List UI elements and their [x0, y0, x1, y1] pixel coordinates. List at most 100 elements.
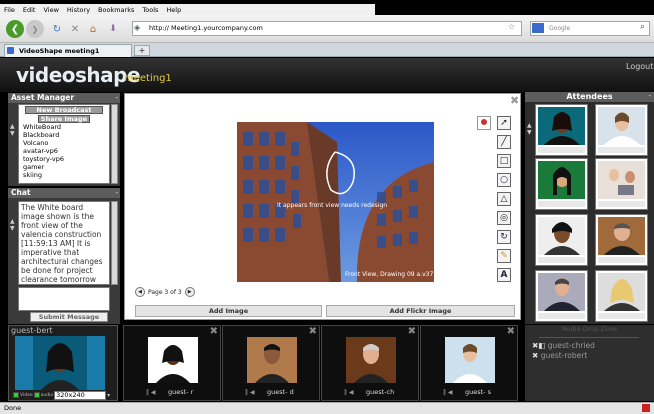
attendee-tile[interactable]: [535, 214, 588, 266]
add-image-button[interactable]: Add Image: [135, 305, 322, 317]
asset-scrollbar[interactable]: [111, 104, 118, 184]
attendee-tile[interactable]: [535, 104, 588, 156]
circle-icon[interactable]: ○: [497, 173, 511, 187]
collapse-icon[interactable]: -: [115, 189, 118, 197]
menu-history[interactable]: History: [67, 6, 90, 14]
pointer-icon[interactable]: ➚: [497, 116, 511, 130]
bookmark-star-icon[interactable]: ☆: [508, 22, 515, 31]
remote-video-tile: ✖ ‖ ◀ guest- s: [420, 325, 518, 401]
remote-video-tile: ✖ ‖ ◀ guest- d: [222, 325, 320, 401]
menu-edit[interactable]: Edit: [23, 6, 36, 14]
close-icon[interactable]: ✖: [309, 326, 317, 337]
attendee-tile[interactable]: [595, 214, 648, 266]
person-avatar: [538, 107, 585, 145]
attendee-tile[interactable]: [535, 270, 588, 322]
menu-tools[interactable]: Tools: [142, 6, 158, 14]
drop-zone-guest[interactable]: ✖◧ guest-chried: [532, 341, 595, 350]
resolution-select[interactable]: 320x240: [54, 390, 107, 400]
whiteboard-image[interactable]: It appears front view needs redesign Fro…: [237, 122, 434, 282]
forward-icon[interactable]: ❯: [26, 20, 44, 38]
mute-icon[interactable]: ‖ ◀: [344, 389, 354, 396]
person-avatar: [15, 336, 105, 390]
tab-videoshape[interactable]: VideoShape meeting1: [4, 44, 132, 57]
triangle-icon[interactable]: △: [497, 192, 511, 206]
home-icon[interactable]: ⌂: [84, 20, 102, 38]
audio-checkbox[interactable]: [33, 392, 40, 398]
stop-icon[interactable]: ✕: [66, 20, 84, 38]
close-icon[interactable]: ✖: [510, 94, 519, 107]
user-stamp-icon[interactable]: [477, 116, 491, 130]
attendee-tile[interactable]: [595, 104, 648, 156]
chevron-down-icon[interactable]: ▾: [107, 392, 110, 399]
rotate-icon[interactable]: ↻: [497, 230, 511, 244]
attendee-photo: [538, 273, 585, 311]
line-icon[interactable]: ╱: [497, 135, 511, 149]
attendee-status-bar: [538, 313, 585, 319]
asset-item[interactable]: Volcano: [19, 139, 109, 147]
ring-icon[interactable]: ◎: [497, 211, 511, 225]
scroll-arrows-icon[interactable]: ▲ ▼: [10, 218, 15, 232]
chat-panel: Chat - ▲ ▼ The White board image shown is…: [8, 188, 120, 324]
mute-icon[interactable]: ‖ ◀: [146, 389, 156, 396]
local-video-feed: [15, 336, 105, 390]
remote-video-tile: ✖ ‖ ◀ guest- r: [123, 325, 221, 401]
video-checkbox[interactable]: [13, 392, 19, 398]
new-broadcast-button[interactable]: New Broadcast: [25, 106, 103, 114]
attendee-tile[interactable]: [595, 158, 648, 210]
person-avatar: [598, 107, 645, 145]
asset-item[interactable]: Blackboard: [19, 131, 109, 139]
back-icon[interactable]: ❮: [6, 20, 24, 38]
search-icon[interactable]: ⌕: [640, 22, 645, 32]
scroll-arrows-icon[interactable]: ▲ ▼: [10, 123, 15, 137]
chat-input[interactable]: [18, 287, 110, 311]
submit-message-button[interactable]: Submit Message: [30, 312, 108, 322]
browser-menubar: File Edit View History Bookmarks Tools H…: [0, 4, 375, 15]
asset-item[interactable]: WhiteBoard: [19, 123, 109, 131]
audio-drop-zone[interactable]: Audio Drop Zone ✖◧ guest-chried ✖ guest-…: [525, 325, 654, 401]
person-avatar: [538, 273, 585, 311]
logout-link[interactable]: Logout: [626, 62, 653, 71]
mute-icon[interactable]: ‖ ◀: [443, 389, 453, 396]
attendee-tile[interactable]: [595, 270, 648, 322]
person-avatar: [148, 337, 198, 383]
remote-video-tile: ✖ ‖ ◀ guest-ch: [321, 325, 419, 401]
collapse-icon[interactable]: -: [648, 92, 651, 100]
attendee-tile[interactable]: [535, 158, 588, 210]
prev-page-icon[interactable]: ◀: [135, 287, 145, 297]
close-icon[interactable]: ✖: [507, 326, 515, 337]
asset-item[interactable]: gamer: [19, 163, 109, 171]
remote-video-label: guest- d: [267, 388, 294, 396]
chat-scrollbar[interactable]: [111, 201, 118, 285]
whiteboard-panel: ✖ It appears front view needs redesign F…: [124, 93, 521, 320]
add-flickr-image-button[interactable]: Add Flickr Image: [326, 305, 515, 317]
share-image-button[interactable]: Share Image: [38, 115, 90, 123]
scroll-arrows-icon[interactable]: ▲ ▼: [527, 122, 532, 136]
asset-list: New Broadcast Share Image WhiteBoard Bla…: [18, 104, 110, 184]
search-input[interactable]: Google: [530, 21, 650, 36]
menu-file[interactable]: File: [4, 6, 15, 14]
pencil-icon[interactable]: ✎: [497, 249, 511, 263]
text-icon[interactable]: A: [497, 268, 511, 282]
drop-zone-guest[interactable]: ✖ guest-robert: [532, 351, 587, 360]
reload-icon[interactable]: ↻: [48, 20, 66, 38]
pager: ◀ Page 3 of 3 ▶: [135, 287, 195, 297]
mute-icon[interactable]: ‖ ◀: [245, 389, 255, 396]
asset-item[interactable]: avatar-vp6: [19, 147, 109, 155]
annotation-text: It appears front view needs redesign: [277, 202, 388, 209]
new-tab-icon[interactable]: +: [134, 45, 150, 56]
url-input[interactable]: http:// Meeting1.yourcompany.com: [132, 21, 522, 36]
menu-help[interactable]: Help: [166, 6, 181, 14]
download-icon[interactable]: ⬇: [104, 20, 122, 38]
close-icon[interactable]: ✖: [210, 326, 218, 337]
asset-item[interactable]: skiing: [19, 171, 109, 179]
remove-icon[interactable]: ✖: [532, 351, 538, 360]
asset-item[interactable]: toystory-vp6: [19, 155, 109, 163]
menu-bookmarks[interactable]: Bookmarks: [98, 6, 134, 14]
remote-video-label: guest-ch: [366, 388, 395, 396]
rectangle-icon[interactable]: □: [497, 154, 511, 168]
remote-video-label: guest- s: [465, 388, 491, 396]
menu-view[interactable]: View: [43, 6, 58, 14]
collapse-icon[interactable]: -: [115, 94, 118, 102]
next-page-icon[interactable]: ▶: [184, 287, 195, 297]
close-icon[interactable]: ✖: [408, 326, 416, 337]
